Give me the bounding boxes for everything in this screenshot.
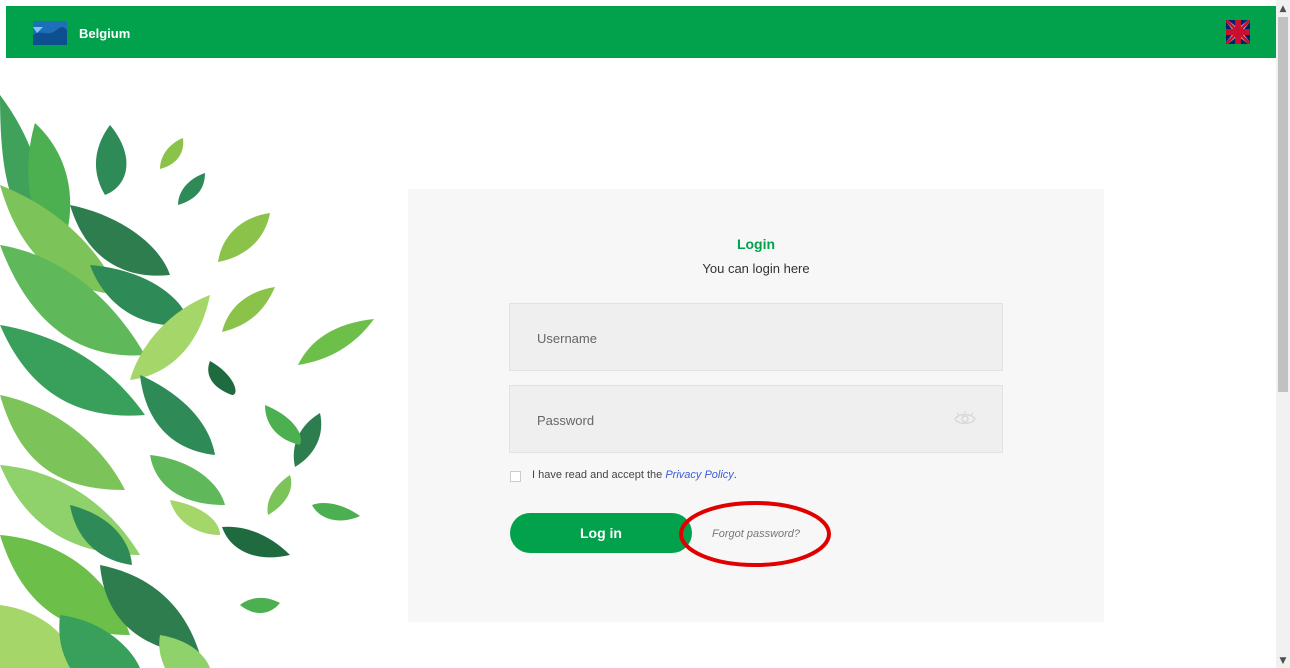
privacy-policy-link[interactable]: Privacy Policy: [665, 469, 733, 481]
login-button[interactable]: Log in: [510, 513, 692, 553]
page-scrollbar[interactable]: ▲ ▼: [1276, 0, 1290, 668]
login-card: Login You can login here I have read and…: [408, 189, 1104, 622]
leaves-illustration: [0, 95, 374, 668]
scrollbar-thumb[interactable]: [1278, 17, 1288, 392]
uk-flag-icon[interactable]: [1226, 20, 1250, 44]
scroll-up-icon[interactable]: ▲: [1276, 2, 1290, 16]
login-subtitle: You can login here: [702, 261, 810, 276]
username-input[interactable]: [535, 304, 959, 372]
privacy-checkbox[interactable]: [510, 471, 521, 482]
eye-icon[interactable]: [953, 409, 977, 429]
logo-icon: [33, 21, 67, 45]
password-input[interactable]: [535, 386, 959, 454]
privacy-consent-label: I have read and accept the Privacy Polic…: [532, 469, 737, 481]
scroll-down-icon[interactable]: ▼: [1276, 654, 1290, 668]
consent-period: .: [733, 469, 737, 481]
consent-text: I have read and accept the: [532, 469, 666, 481]
forgot-password-link[interactable]: Forgot password?: [712, 528, 800, 540]
username-field[interactable]: [509, 303, 1003, 372]
login-title: Login: [736, 236, 776, 252]
brand-name: Belgium: [79, 26, 131, 41]
password-field[interactable]: [509, 385, 1003, 454]
top-bar: Belgium: [6, 6, 1276, 58]
